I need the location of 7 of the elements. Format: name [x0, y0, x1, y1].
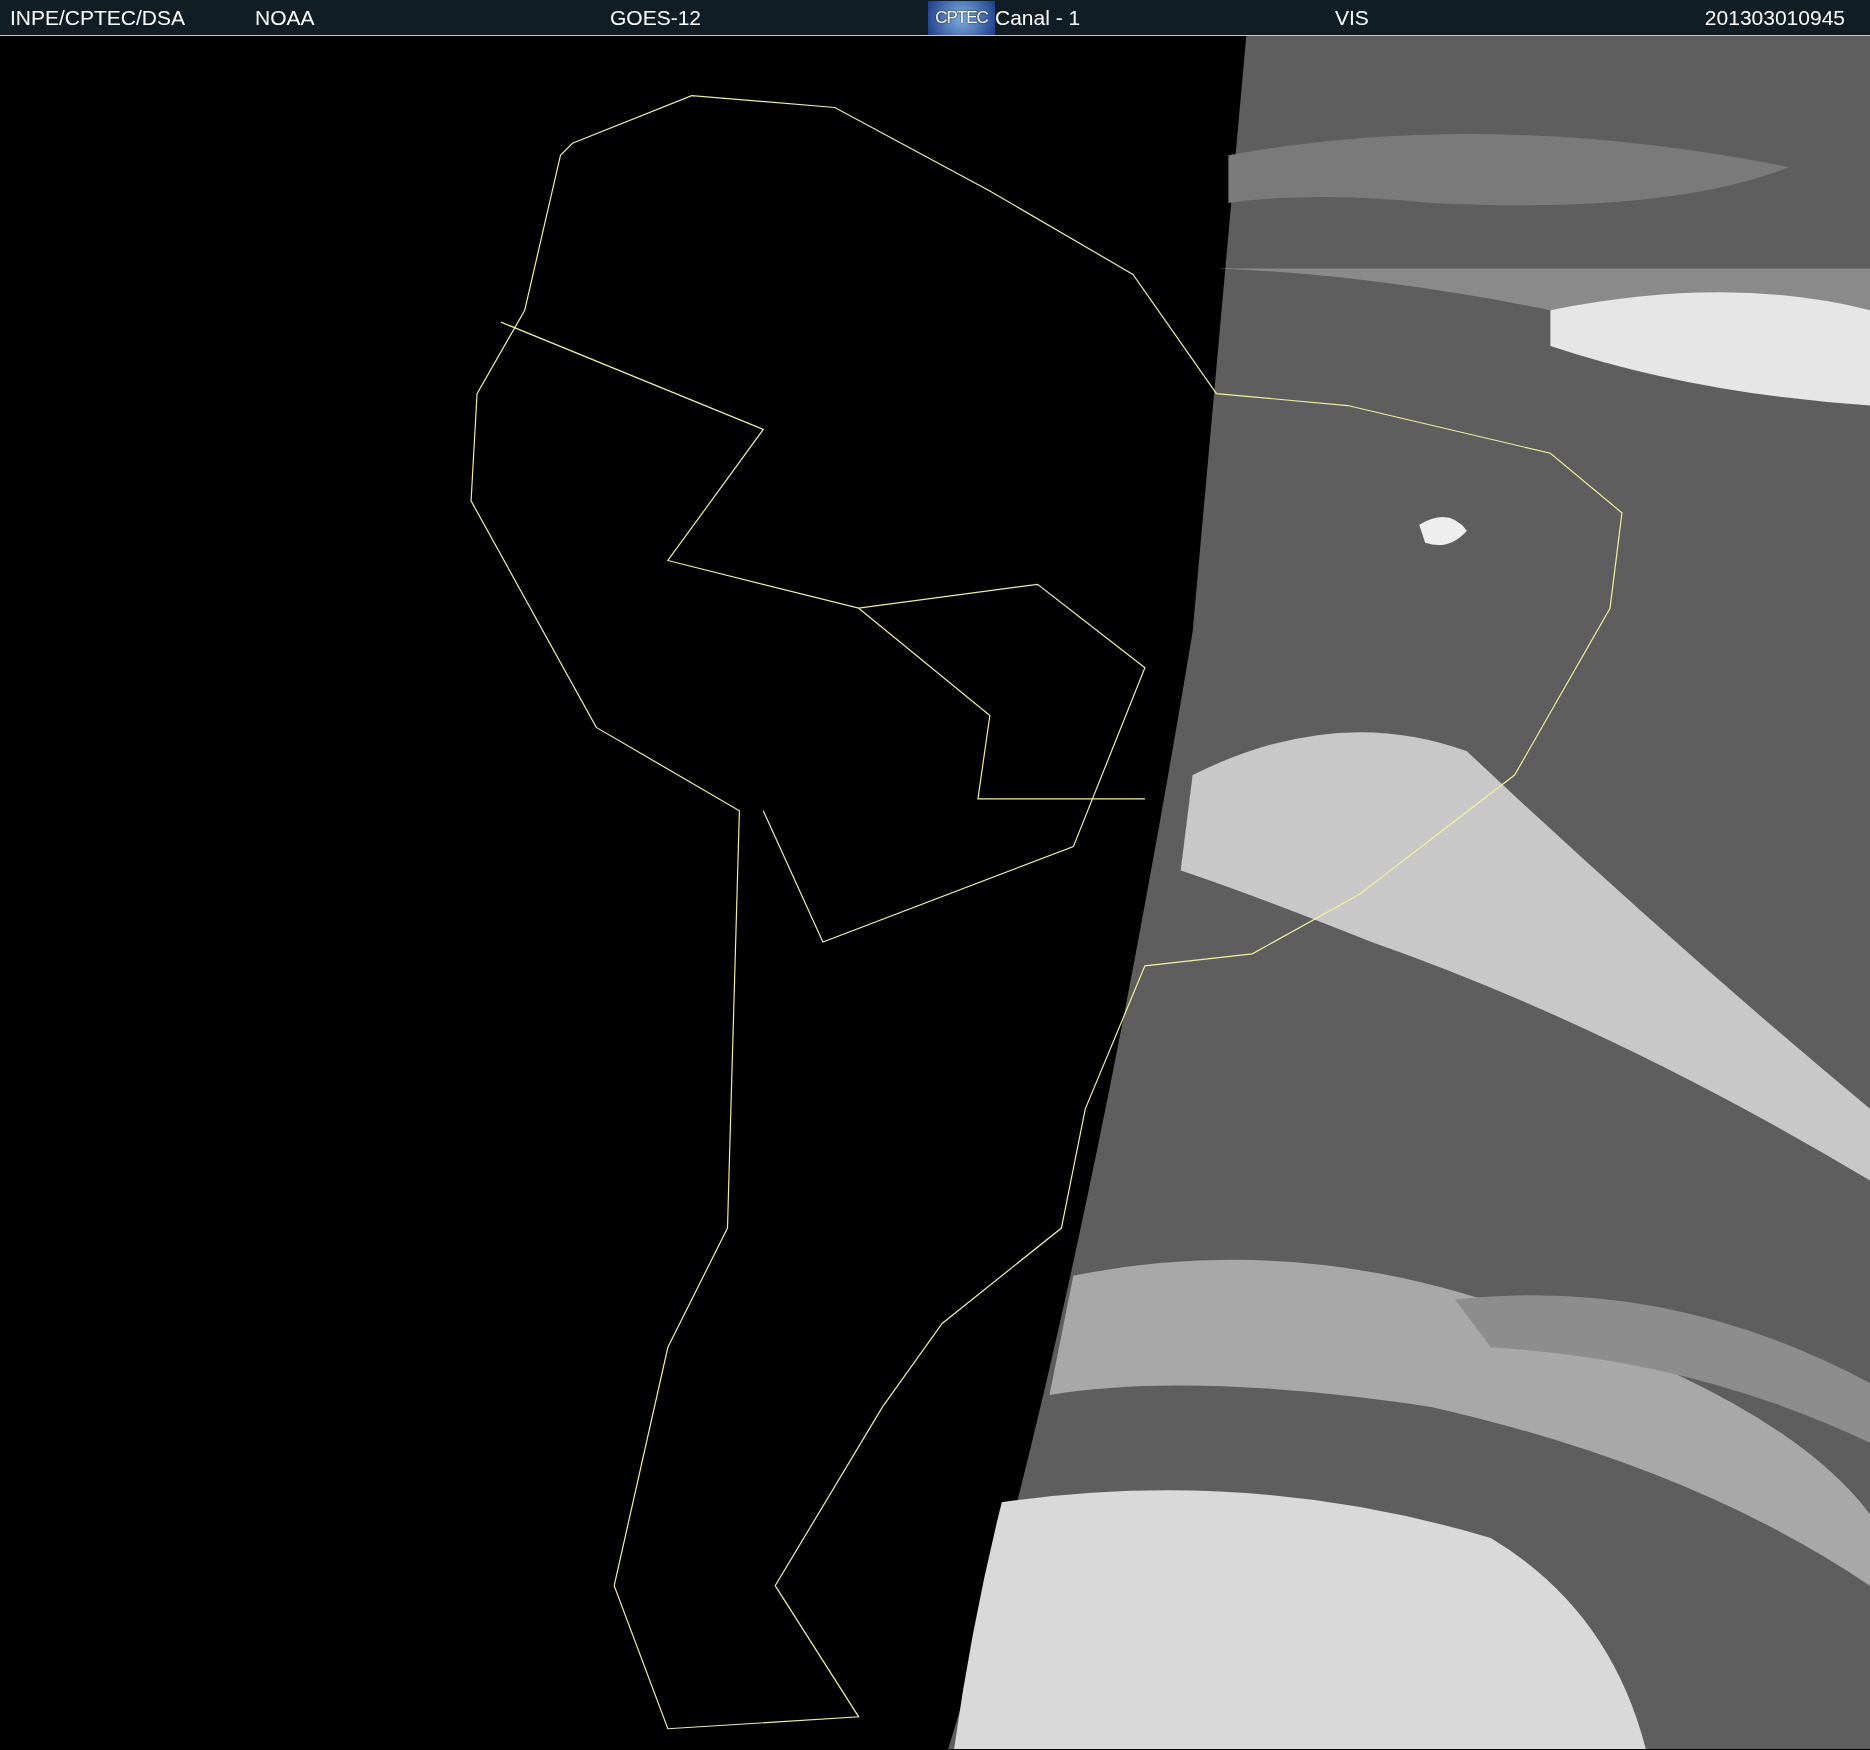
- header-label: GOES-12: [610, 4, 703, 31]
- header-label: NOAA: [255, 4, 316, 31]
- header-label: VIS: [1335, 4, 1370, 31]
- header-label: 201303010945: [1704, 4, 1845, 31]
- header-label: Canal - 1: [995, 4, 1082, 31]
- logo: CPTEC: [928, 0, 995, 35]
- header-label: INPE/CPTEC/DSA: [10, 4, 187, 31]
